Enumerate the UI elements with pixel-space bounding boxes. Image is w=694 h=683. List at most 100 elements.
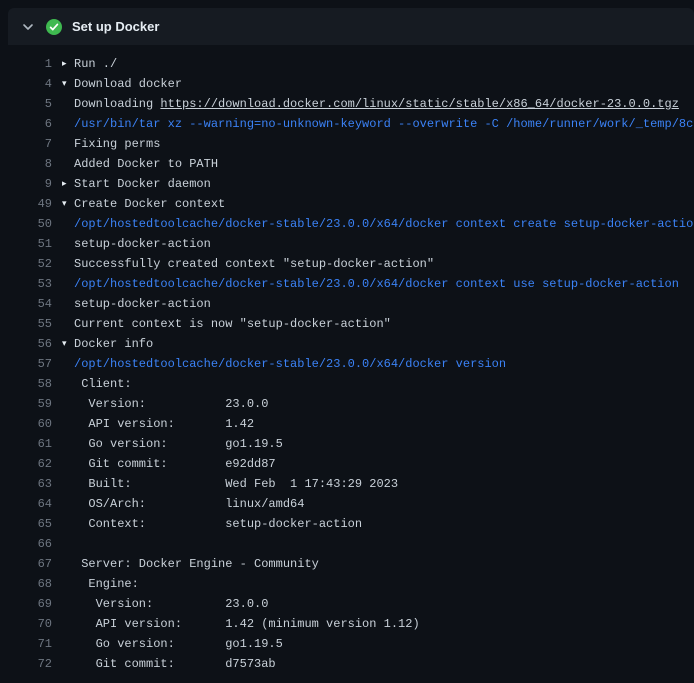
line-number[interactable]: 70	[8, 614, 52, 634]
line-number[interactable]: 72	[8, 654, 52, 674]
log-text: Successfully created context "setup-dock…	[74, 254, 434, 274]
log-link[interactable]: https://download.docker.com/linux/static…	[160, 97, 678, 111]
log-text: Engine:	[74, 574, 139, 594]
log-segment: Built: Wed Feb 1 17:43:29 2023	[74, 477, 398, 491]
line-number[interactable]: 57	[8, 354, 52, 374]
indent-spacer	[62, 594, 74, 614]
log-text: setup-docker-action	[74, 234, 211, 254]
log-line: 52 Successfully created context "setup-do…	[8, 254, 694, 274]
line-number[interactable]: 49	[8, 194, 52, 214]
line-number[interactable]: 66	[8, 534, 52, 554]
log-segment: Go version: go1.19.5	[74, 637, 283, 651]
log-line[interactable]: 56 ▾Docker info	[8, 334, 694, 354]
line-number[interactable]: 61	[8, 434, 52, 454]
line-number[interactable]: 8	[8, 154, 52, 174]
chevron-down-icon[interactable]	[20, 19, 36, 35]
log-segment: Run ./	[74, 57, 117, 71]
indent-spacer	[62, 134, 74, 154]
line-number[interactable]: 51	[8, 234, 52, 254]
log-text: Built: Wed Feb 1 17:43:29 2023	[74, 474, 398, 494]
line-number[interactable]: 54	[8, 294, 52, 314]
log-segment: /opt/hostedtoolcache/docker-stable/23.0.…	[74, 357, 506, 371]
line-number[interactable]: 5	[8, 94, 52, 114]
chevron-down-icon[interactable]: ▾	[62, 74, 74, 94]
log-segment: /opt/hostedtoolcache/docker-stable/23.0.…	[74, 217, 694, 231]
log-line: 64 OS/Arch: linux/amd64	[8, 494, 694, 514]
line-number[interactable]: 71	[8, 634, 52, 654]
chevron-right-icon[interactable]: ▸	[62, 54, 74, 74]
log-segment: Downloading	[74, 97, 160, 111]
line-number[interactable]: 64	[8, 494, 52, 514]
indent-spacer	[62, 214, 74, 234]
log-line[interactable]: 49 ▾Create Docker context	[8, 194, 694, 214]
line-number[interactable]: 62	[8, 454, 52, 474]
indent-spacer	[62, 394, 74, 414]
line-number[interactable]: 69	[8, 594, 52, 614]
chevron-right-icon[interactable]: ▸	[62, 174, 74, 194]
line-number[interactable]: 58	[8, 374, 52, 394]
indent-spacer	[62, 534, 74, 554]
log-text: Git commit: d7573ab	[74, 654, 276, 674]
line-number[interactable]: 50	[8, 214, 52, 234]
log-line[interactable]: 4 ▾Download docker	[8, 74, 694, 94]
log-line: 51 setup-docker-action	[8, 234, 694, 254]
line-number[interactable]: 52	[8, 254, 52, 274]
log-segment: Version: 23.0.0	[74, 597, 268, 611]
line-number[interactable]: 56	[8, 334, 52, 354]
line-number[interactable]: 1	[8, 54, 52, 74]
log-text: API version: 1.42	[74, 414, 254, 434]
log-segment: Server: Docker Engine - Community	[74, 557, 319, 571]
indent-spacer	[62, 654, 74, 674]
line-number[interactable]: 7	[8, 134, 52, 154]
indent-spacer	[62, 234, 74, 254]
line-number[interactable]: 68	[8, 574, 52, 594]
log-text: OS/Arch: linux/amd64	[74, 494, 304, 514]
log-segment: Successfully created context "setup-dock…	[74, 257, 434, 271]
log-line[interactable]: 9 ▸Start Docker daemon	[8, 174, 694, 194]
line-number[interactable]: 6	[8, 114, 52, 134]
log-segment: Create Docker context	[74, 197, 225, 211]
log-text: Start Docker daemon	[74, 174, 211, 194]
log-text: Downloading https://download.docker.com/…	[74, 94, 679, 114]
log-segment: API version: 1.42 (minimum version 1.12)	[74, 617, 420, 631]
log-text: Create Docker context	[74, 194, 225, 214]
log-line: 7Fixing perms	[8, 134, 694, 154]
log-text: API version: 1.42 (minimum version 1.12)	[74, 614, 420, 634]
log-text: /opt/hostedtoolcache/docker-stable/23.0.…	[74, 274, 679, 294]
log-segment: Current context is now "setup-docker-act…	[74, 317, 391, 331]
step-header[interactable]: Set up Docker	[8, 8, 694, 45]
indent-spacer	[62, 414, 74, 434]
log-text: Context: setup-docker-action	[74, 514, 362, 534]
log-segment: Start Docker daemon	[74, 177, 211, 191]
step-container: Set up Docker 1▸Run ./4▾Download docker5…	[8, 8, 694, 674]
line-number[interactable]: 53	[8, 274, 52, 294]
log-segment: setup-docker-action	[74, 297, 211, 311]
log-segment: Docker info	[74, 337, 153, 351]
log-text: Added Docker to PATH	[74, 154, 218, 174]
line-number[interactable]: 60	[8, 414, 52, 434]
line-number[interactable]: 4	[8, 74, 52, 94]
log-text: setup-docker-action	[74, 294, 211, 314]
log-line: 54 setup-docker-action	[8, 294, 694, 314]
log-segment: Download docker	[74, 77, 182, 91]
line-number[interactable]: 55	[8, 314, 52, 334]
log-text: Download docker	[74, 74, 182, 94]
log-segment: /usr/bin/tar xz --warning=no-unknown-key…	[74, 117, 694, 131]
line-number[interactable]: 65	[8, 514, 52, 534]
indent-spacer	[62, 374, 74, 394]
indent-spacer	[62, 314, 74, 334]
log-text: Server: Docker Engine - Community	[74, 554, 319, 574]
chevron-down-icon[interactable]: ▾	[62, 194, 74, 214]
log-text: Git commit: e92dd87	[74, 454, 276, 474]
log-segment: Git commit: d7573ab	[74, 657, 276, 671]
log-line: 6/usr/bin/tar xz --warning=no-unknown-ke…	[8, 114, 694, 134]
line-number[interactable]: 67	[8, 554, 52, 574]
line-number[interactable]: 59	[8, 394, 52, 414]
log-line[interactable]: 1 ▸Run ./	[8, 54, 694, 74]
line-number[interactable]: 9	[8, 174, 52, 194]
log-text: Go version: go1.19.5	[74, 634, 283, 654]
log-segment: Engine:	[74, 577, 139, 591]
line-number[interactable]: 63	[8, 474, 52, 494]
log-line: 71 Go version: go1.19.5	[8, 634, 694, 654]
chevron-down-icon[interactable]: ▾	[62, 334, 74, 354]
